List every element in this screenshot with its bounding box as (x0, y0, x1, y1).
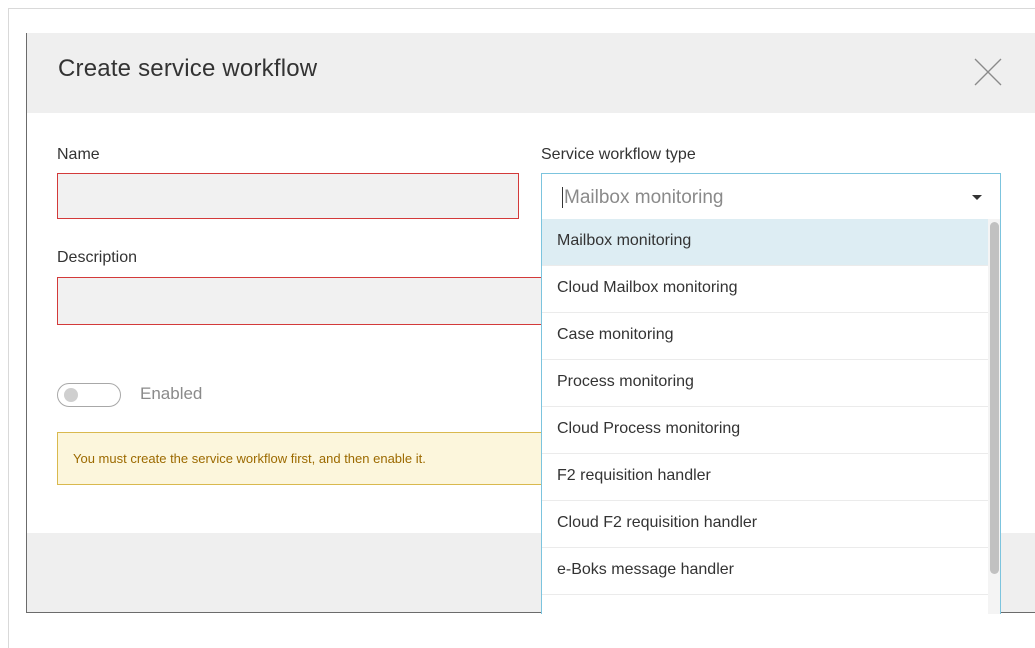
dropdown-option-label: Case monitoring (557, 326, 674, 343)
close-icon (974, 58, 1002, 86)
scrollbar-thumb[interactable] (990, 222, 999, 574)
text-cursor (562, 187, 563, 208)
dropdown-option-label: Process monitoring (557, 373, 694, 390)
dropdown-option-label: Mailbox monitoring (557, 232, 692, 249)
name-input[interactable] (57, 173, 519, 219)
dropdown-option[interactable]: e-Boks message handler (542, 548, 988, 595)
workflow-type-dropdown: Mailbox monitoring Cloud Mailbox monitor… (541, 219, 1001, 614)
create-service-workflow-dialog: Create service workflow Name Description… (26, 33, 1035, 614)
workflow-type-label: Service workflow type (541, 146, 696, 163)
dropdown-scrollbar[interactable] (988, 219, 1000, 614)
dropdown-option[interactable]: Cloud Mailbox monitoring (542, 266, 988, 313)
warning-text: You must create the service workflow fir… (73, 451, 426, 466)
dropdown-option-label: Cloud Mailbox monitoring (557, 279, 738, 296)
workflow-type-value: Mailbox monitoring (564, 187, 724, 208)
workflow-type-select[interactable]: Mailbox monitoring (541, 173, 1001, 219)
dropdown-option[interactable]: Mailbox monitoring (542, 219, 988, 266)
dropdown-option-label: Cloud F2 requisition handler (557, 514, 758, 531)
enabled-toggle[interactable] (57, 383, 121, 407)
warning-message: You must create the service workflow fir… (57, 432, 557, 485)
dropdown-option[interactable]: Case monitoring (542, 313, 988, 360)
caret-down-icon[interactable] (972, 195, 982, 200)
dropdown-option-label: F2 requisition handler (557, 467, 711, 484)
enabled-label: Enabled (140, 384, 203, 403)
dropdown-option[interactable]: Process monitoring (542, 360, 988, 407)
name-label: Name (57, 146, 100, 163)
dropdown-option[interactable]: Cloud Process monitoring (542, 407, 988, 454)
dialog-title: Create service workflow (58, 55, 318, 82)
dropdown-option[interactable]: Cloud F2 requisition handler (542, 501, 988, 548)
dialog-header: Create service workflow (27, 33, 1035, 113)
close-button[interactable] (973, 57, 1003, 87)
dropdown-option[interactable]: F2 requisition handler (542, 454, 988, 501)
description-input[interactable] (57, 277, 557, 325)
toggle-knob (64, 388, 78, 402)
dropdown-option-label: e-Boks message handler (557, 561, 734, 578)
description-label: Description (57, 249, 138, 266)
dropdown-option-label: Cloud Process monitoring (557, 420, 741, 437)
